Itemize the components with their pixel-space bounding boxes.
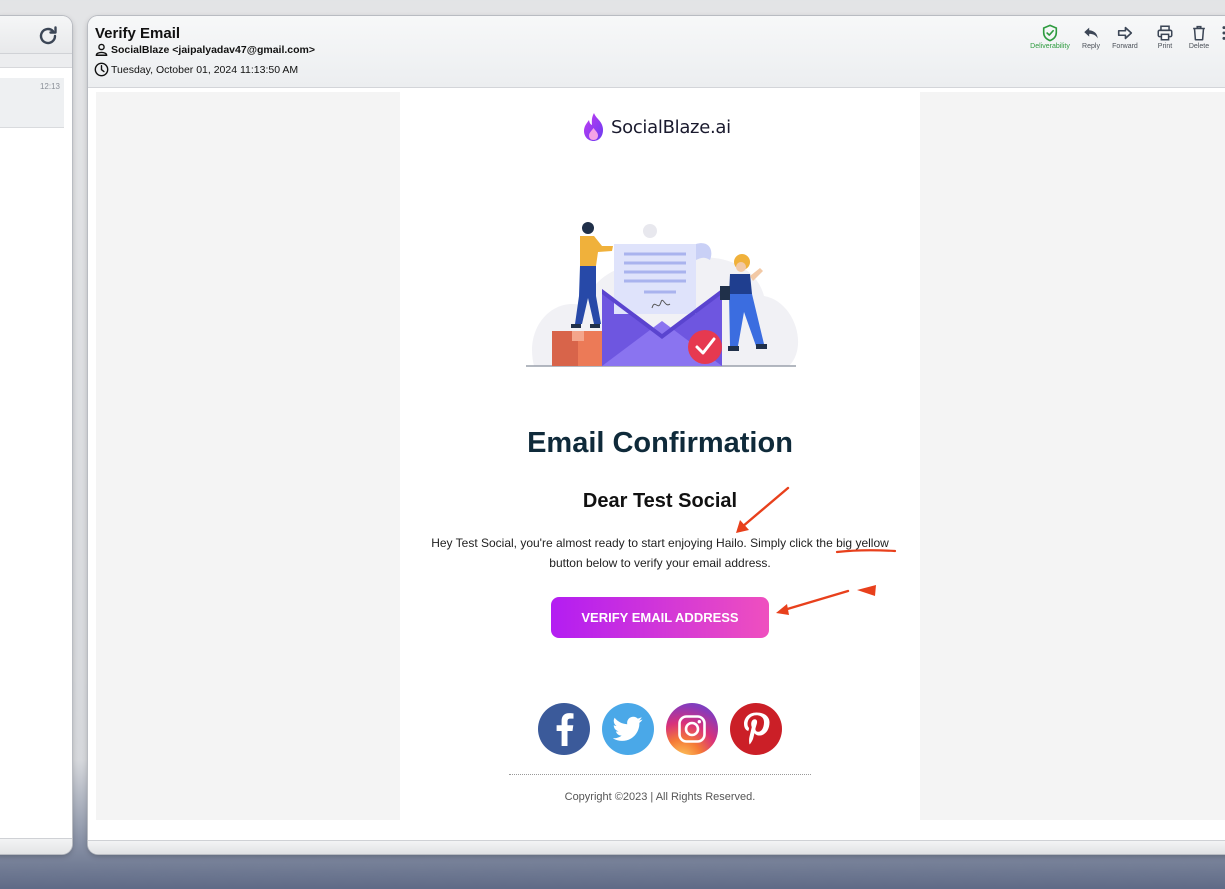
instagram-icon — [678, 715, 706, 743]
delete-button[interactable]: Delete — [1185, 24, 1213, 50]
reply-label: Reply — [1082, 43, 1100, 50]
deliverability-label: Deliverability — [1030, 43, 1070, 50]
brand-name: SocialBlaze.ai — [611, 116, 731, 138]
print-button[interactable]: Print — [1151, 24, 1179, 50]
email-body-text: Hey Test Social, you're almost ready to … — [420, 533, 900, 573]
forward-label: Forward — [1112, 43, 1138, 50]
message-header: Verify Email SocialBlaze <jaipalyadav47@… — [88, 16, 1225, 88]
twitter-icon — [613, 716, 643, 741]
facebook-icon — [556, 713, 574, 746]
more-options-button[interactable] — [1215, 24, 1225, 43]
footer-divider — [509, 774, 811, 775]
mail-list-panel: 12:13 — [0, 16, 72, 854]
social-links — [538, 703, 782, 755]
message-date: Tuesday, October 01, 2024 11:13:50 AM — [111, 63, 299, 76]
deliverability-button[interactable]: Deliverability — [1029, 24, 1071, 50]
flame-icon — [584, 113, 603, 141]
clock-icon — [94, 62, 109, 77]
pinterest-link[interactable] — [730, 703, 782, 755]
reply-button[interactable]: Reply — [1077, 24, 1105, 50]
reply-icon — [1084, 27, 1098, 39]
message-subject: Verify Email — [95, 25, 181, 42]
mail-list-subbar — [0, 54, 72, 68]
instagram-link[interactable] — [666, 703, 718, 755]
message-body: SocialBlaze.ai Email Confirmation Dear T… — [96, 92, 1225, 820]
forward-button[interactable]: Forward — [1111, 24, 1139, 50]
twitter-link[interactable] — [602, 703, 654, 755]
body-text-part2: button below to verify your email addres… — [549, 556, 771, 570]
delete-label: Delete — [1188, 43, 1210, 50]
sender-row: SocialBlaze <jaipalyadav47@gmail.com> — [95, 43, 315, 56]
email-greeting: Dear Test Social — [582, 490, 738, 512]
message-footer-bar — [88, 840, 1225, 854]
refresh-icon[interactable] — [36, 24, 60, 48]
verify-email-button[interactable]: VERIFY EMAIL ADDRESS — [551, 597, 769, 638]
mail-list-toolbar — [0, 16, 72, 54]
mail-list-footer — [0, 838, 72, 854]
list-item-time: 12:13 — [39, 82, 60, 91]
email-envelope-illustration — [526, 222, 799, 367]
message-footer — [88, 820, 1225, 854]
body-text-highlight: big yellow — [836, 536, 889, 550]
more-vertical-icon — [1222, 26, 1225, 40]
brand-logo: SocialBlaze.ai — [581, 112, 731, 142]
print-label: Print — [1157, 43, 1173, 50]
printer-icon — [1157, 25, 1173, 41]
body-text-part1: Hey Test Social, you're almost ready to … — [431, 536, 837, 550]
message-window: Verify Email SocialBlaze <jaipalyadav47@… — [88, 16, 1225, 854]
email-card: SocialBlaze.ai Email Confirmation Dear T… — [400, 92, 920, 820]
list-item[interactable]: 12:13 — [0, 78, 64, 128]
email-title: Email Confirmation — [527, 427, 793, 459]
date-row: Tuesday, October 01, 2024 11:13:50 AM — [94, 62, 298, 77]
shield-check-icon — [1042, 24, 1058, 42]
pinterest-icon — [744, 712, 770, 745]
message-toolbar: Deliverability Reply Forward Print Delet… — [1023, 24, 1225, 50]
facebook-link[interactable] — [538, 703, 590, 755]
sender-address: SocialBlaze <jaipalyadav47@gmail.com> — [111, 43, 316, 56]
forward-icon — [1117, 26, 1133, 40]
copyright-text: Copyright ©2023 | All Rights Reserved. — [564, 791, 756, 803]
trash-icon — [1193, 25, 1205, 41]
person-icon — [95, 43, 108, 56]
